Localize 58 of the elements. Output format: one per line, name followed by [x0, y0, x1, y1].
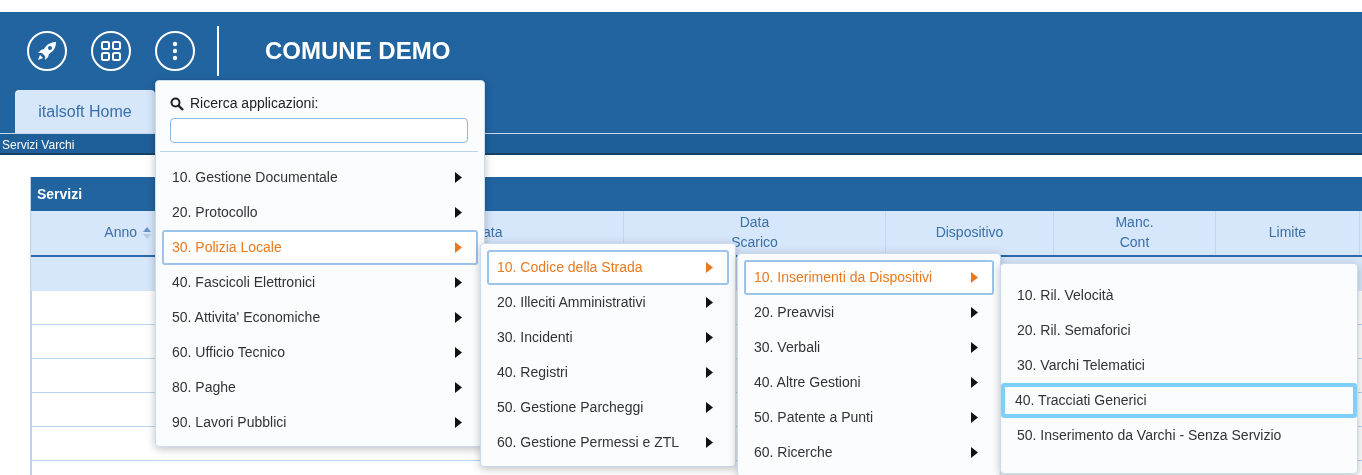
column-label: Manc. Cont — [1114, 213, 1155, 252]
column-label: Data Scarico — [730, 213, 779, 252]
breadcrumb: Servizi Varchi — [2, 138, 75, 152]
menu-item[interactable]: 60. Ufficio Tecnico — [162, 335, 478, 370]
submenu-arrow-icon — [455, 242, 462, 253]
more-icon — [172, 41, 178, 61]
column-label: Dispositivo — [935, 223, 1004, 243]
submenu-arrow-icon — [455, 417, 462, 428]
submenu-arrow-icon — [971, 307, 978, 318]
menu-item[interactable]: 20. Illeciti Amministrativi — [487, 285, 729, 320]
submenu-arrow-icon — [455, 312, 462, 323]
menu-item[interactable]: 30. Verbali — [744, 330, 994, 365]
rocket-icon — [36, 40, 58, 62]
menu-item[interactable]: 20. Preavvisi — [744, 295, 994, 330]
menu-item[interactable]: 30. Incidenti — [487, 320, 729, 355]
search-field[interactable] — [170, 118, 468, 143]
menu-item[interactable]: 40. Registri — [487, 355, 729, 390]
submenu-arrow-icon — [455, 172, 462, 183]
menu-item[interactable]: 80. Paghe — [162, 370, 478, 405]
submenu-arrow-icon — [455, 347, 462, 358]
menu-item[interactable]: 20. Ril. Semaforici — [1007, 313, 1351, 348]
submenu-arrow-icon — [971, 272, 978, 283]
submenu-arrow-icon — [706, 332, 713, 343]
app-title: COMUNE DEMO — [265, 36, 451, 66]
menu-button[interactable] — [155, 31, 195, 71]
submenu-arrow-icon — [706, 297, 713, 308]
menu-item[interactable]: 30. Varchi Telematici — [1007, 348, 1351, 383]
menu-item[interactable]: 50. Attivita' Economiche — [162, 300, 478, 335]
menu-item[interactable]: 10. Ril. Velocità — [1007, 278, 1351, 313]
submenu-arrow-icon — [706, 262, 713, 273]
submenu-arrow-icon — [455, 277, 462, 288]
submenu-arrow-icon — [706, 402, 713, 413]
grid-icon — [100, 40, 122, 62]
column-label: Limite — [1268, 223, 1307, 243]
submenu-arrow-icon — [455, 207, 462, 218]
menu-item[interactable]: 90. Lavori Pubblici — [162, 405, 478, 440]
submenu-arrow-icon — [971, 447, 978, 458]
tab[interactable]: italsoft Home — [15, 90, 155, 133]
submenu-arrow-icon — [971, 342, 978, 353]
search-icon — [170, 96, 184, 111]
menu-item[interactable]: 40. Fascicoli Elettronici — [162, 265, 478, 300]
submenu-arrow-icon — [706, 437, 713, 448]
menu-item[interactable]: 40. Altre Gestioni — [744, 365, 994, 400]
menu-item[interactable]: 50. Gestione Parcheggi — [487, 390, 729, 425]
search-label: Ricerca applicazioni: — [190, 94, 319, 113]
submenu-arrow-icon — [706, 367, 713, 378]
column-label: Anno — [104, 223, 137, 243]
submenu-arrow-icon — [971, 412, 978, 423]
sort-icon[interactable] — [142, 225, 152, 241]
launcher-button[interactable] — [27, 31, 67, 71]
submenu-arrow-icon — [971, 377, 978, 388]
menu-item[interactable]: 40. Tracciati Generici — [1001, 383, 1357, 418]
apps-button[interactable] — [91, 31, 131, 71]
submenu-arrow-icon — [455, 382, 462, 393]
menu-item[interactable]: 60. Gestione Permessi e ZTL — [487, 425, 729, 460]
menu-item[interactable]: 60. Ricerche — [744, 435, 994, 470]
menu-item[interactable]: 50. Patente a Punti — [744, 400, 994, 435]
menu-item[interactable]: 50. Inserimento da Varchi - Senza Servizio — [1007, 418, 1351, 453]
